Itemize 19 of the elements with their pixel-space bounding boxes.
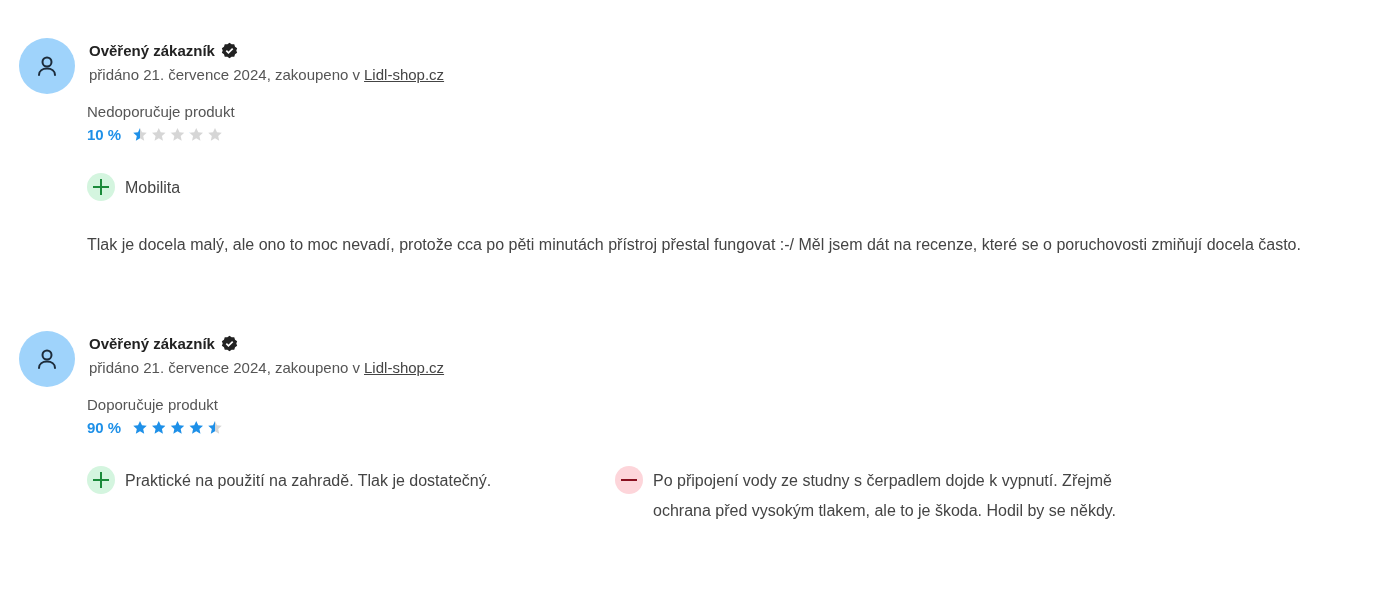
shop-link[interactable]: Lidl-shop.cz	[364, 359, 445, 376]
user-avatar	[19, 331, 75, 387]
review-date: přidáno 21. července 2024, zakoupeno v	[89, 359, 361, 376]
author-name: Ověřený zákazník	[89, 41, 215, 59]
recommendation-label: Nedoporučuje produkt	[87, 103, 236, 120]
pro-text: Praktické na použití na zahradě. Tlak je dostatečný.	[125, 471, 492, 491]
review-date: přidáno 21. července 2024, zakoupeno v	[89, 66, 361, 83]
shop-link[interactable]: Lidl-shop.cz	[364, 66, 445, 83]
rating-percent: 10 %	[87, 126, 122, 143]
user-avatar	[19, 38, 75, 94]
author-name: Ověřený zákazník	[89, 334, 215, 352]
plus-icon	[87, 466, 115, 494]
review-text: Tlak je docela malý, ale ono to moc nevadí, protože cca po pěti minutách přístroj přestal fungovat :-/ Měl jsem dát na recenze, které se o poruchovosti zmiňují docela často.	[87, 235, 1302, 255]
recommendation-label: Doporučuje produkt	[87, 396, 219, 413]
pro-text: Mobilita	[125, 178, 181, 198]
minus-icon	[615, 466, 643, 494]
con-text: Po připojení vody ze studny s čerpadlem dojde k vypnutí. Zřejmě ochrana před vysokým tlakem, ale to je škoda. Hodil by se někdy.	[653, 471, 1118, 521]
rating-percent: 90 %	[87, 419, 122, 436]
plus-icon	[87, 173, 115, 201]
